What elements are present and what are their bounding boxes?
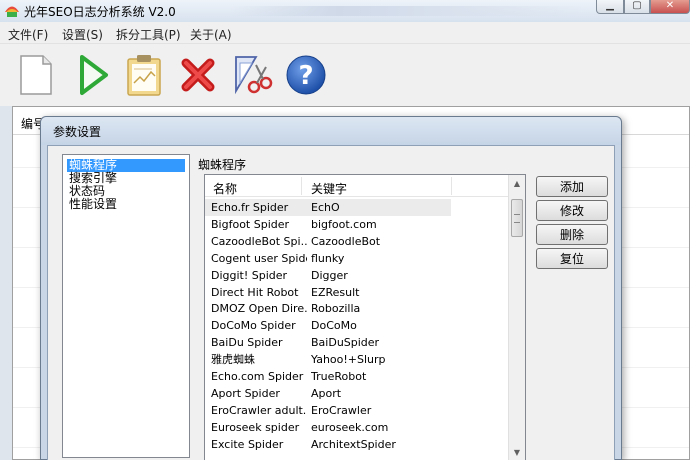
toolbar: ? bbox=[0, 44, 690, 106]
spider-keyword: flunky bbox=[311, 251, 345, 265]
scroll-down-arrow-icon[interactable]: ▼ bbox=[509, 444, 525, 460]
title-bar: 光年SEO日志分析系统 V2.0 ▁ ▢ ✕ bbox=[0, 0, 690, 22]
scrollbar-thumb[interactable] bbox=[511, 199, 523, 237]
spider-name: BaiDu Spider bbox=[211, 336, 283, 350]
spider-keyword: EZResult bbox=[311, 285, 360, 299]
split-button[interactable] bbox=[230, 52, 274, 98]
spider-keyword: DoCoMo bbox=[311, 319, 357, 333]
dialog-title: 参数设置 bbox=[53, 125, 102, 139]
app-logo-icon bbox=[5, 6, 19, 17]
blurred-background-area bbox=[230, 6, 590, 16]
dialog-body: 蜘蛛程序 搜索引擎 状态码 性能设置 蜘蛛程序 名称 关键字 Echo.fr S… bbox=[47, 145, 615, 460]
list-item[interactable]: Echo.fr Spider EchO bbox=[205, 199, 451, 216]
spider-keyword: EroCrawler bbox=[311, 403, 372, 417]
minimize-button[interactable]: ▁ bbox=[596, 0, 624, 14]
close-button[interactable]: ✕ bbox=[650, 0, 690, 14]
report-button[interactable] bbox=[122, 52, 166, 98]
delete-x-icon bbox=[181, 58, 215, 92]
section-label: 蜘蛛程序 bbox=[198, 158, 247, 172]
list-item[interactable]: Direct Hit Robot EZResult bbox=[205, 284, 509, 301]
column-divider[interactable] bbox=[301, 177, 302, 195]
spider-name: Euroseek spider bbox=[211, 420, 300, 434]
help-icon: ? bbox=[286, 55, 326, 95]
column-header-keyword[interactable]: 关键字 bbox=[311, 180, 347, 197]
spider-name: Echo.fr Spider bbox=[211, 201, 289, 214]
split-scissors-icon bbox=[235, 56, 273, 95]
clipboard-icon bbox=[127, 55, 161, 96]
new-button[interactable] bbox=[14, 52, 58, 98]
spider-name: CazoodleBot Spi... bbox=[211, 234, 307, 248]
start-button[interactable] bbox=[70, 52, 114, 98]
spider-list: 名称 关键字 Echo.fr Spider EchO Bigfoot Spider b… bbox=[204, 174, 526, 460]
list-item[interactable]: Diggit! Spider Digger bbox=[205, 267, 509, 284]
new-document-icon bbox=[20, 55, 52, 95]
spider-name: Bigfoot Spider bbox=[211, 217, 290, 231]
menu-split-tools[interactable]: 拆分工具(P) bbox=[116, 26, 181, 43]
spider-keyword: bigfoot.com bbox=[311, 217, 377, 231]
spider-keyword: Digger bbox=[311, 268, 348, 282]
spider-name: DMOZ Open Dire... bbox=[211, 302, 307, 316]
reset-button[interactable]: 复位 bbox=[536, 248, 608, 269]
spider-name: EroCrawler adult... bbox=[211, 403, 307, 417]
add-button[interactable]: 添加 bbox=[536, 176, 608, 197]
spider-keyword: EchO bbox=[311, 201, 340, 214]
spider-keyword: Robozilla bbox=[311, 302, 361, 316]
column-divider[interactable] bbox=[451, 177, 452, 195]
svg-text:?: ? bbox=[298, 61, 313, 91]
list-item[interactable]: Cogent user Spider flunky bbox=[205, 250, 509, 267]
list-item[interactable]: CazoodleBot Spi... CazoodleBot bbox=[205, 233, 509, 250]
list-item[interactable]: Aport Spider Aport bbox=[205, 385, 509, 402]
spider-keyword: euroseek.com bbox=[311, 420, 389, 434]
delete-entry-button[interactable]: 删除 bbox=[536, 224, 608, 245]
spider-keyword: Yahoo!+Slurp bbox=[311, 353, 386, 367]
column-header-name[interactable]: 名称 bbox=[213, 180, 237, 197]
window-title: 光年SEO日志分析系统 V2.0 bbox=[24, 5, 176, 19]
list-item[interactable]: DoCoMo Spider DoCoMo bbox=[205, 317, 509, 334]
spider-keyword: BaiDuSpider bbox=[311, 336, 380, 350]
vertical-scrollbar[interactable]: ▲ ▼ bbox=[508, 175, 525, 460]
spider-list-header: 名称 关键字 bbox=[205, 175, 509, 197]
list-item[interactable]: Excite Spider ArchitextSpider bbox=[205, 436, 509, 453]
spider-name: Diggit! Spider bbox=[211, 268, 288, 282]
spider-keyword: ArchitextSpider bbox=[311, 437, 396, 451]
list-item[interactable]: EroCrawler adult... EroCrawler bbox=[205, 402, 509, 419]
spider-name: Aport Spider bbox=[211, 386, 280, 400]
menu-settings[interactable]: 设置(S) bbox=[62, 26, 103, 43]
dialog-title-bar[interactable]: 参数设置 bbox=[41, 117, 621, 145]
spider-name: Direct Hit Robot bbox=[211, 285, 299, 299]
scroll-up-arrow-icon[interactable]: ▲ bbox=[509, 175, 525, 192]
menu-bar: 文件(F) 设置(S) 拆分工具(P) 关于(A) bbox=[0, 22, 690, 44]
list-item[interactable]: Echo.com Spider TrueRobot bbox=[205, 368, 509, 385]
edit-button[interactable]: 修改 bbox=[536, 200, 608, 221]
spider-keyword: CazoodleBot bbox=[311, 234, 381, 248]
spider-name: Echo.com Spider bbox=[211, 370, 304, 383]
list-item[interactable]: Euroseek spider euroseek.com bbox=[205, 419, 509, 436]
spider-keyword: Aport bbox=[311, 386, 342, 400]
list-item[interactable]: 雅虎蜘蛛 Yahoo!+Slurp bbox=[205, 351, 509, 368]
delete-button[interactable] bbox=[176, 52, 220, 98]
list-item[interactable]: DMOZ Open Dire... Robozilla bbox=[205, 300, 509, 317]
list-item[interactable]: BaiDu Spider BaiDuSpider bbox=[205, 334, 509, 351]
spider-name: DoCoMo Spider bbox=[211, 319, 296, 333]
help-button[interactable]: ? bbox=[284, 52, 328, 98]
list-item[interactable]: Bigfoot Spider bigfoot.com bbox=[205, 216, 509, 233]
maximize-button[interactable]: ▢ bbox=[624, 0, 650, 14]
settings-category-tree: 蜘蛛程序 搜索引擎 状态码 性能设置 bbox=[62, 154, 190, 458]
settings-dialog: 参数设置 蜘蛛程序 搜索引擎 状态码 性能设置 蜘蛛程序 名称 关键字 Echo… bbox=[40, 116, 622, 460]
spider-name: Cogent user Spider bbox=[211, 251, 307, 265]
play-icon bbox=[80, 55, 108, 95]
spider-keyword: TrueRobot bbox=[311, 370, 367, 383]
menu-file[interactable]: 文件(F) bbox=[8, 26, 48, 43]
tree-item-performance[interactable]: 性能设置 bbox=[67, 198, 119, 211]
spider-name: Excite Spider bbox=[211, 437, 284, 451]
menu-about[interactable]: 关于(A) bbox=[190, 26, 232, 43]
spider-name: 雅虎蜘蛛 bbox=[211, 353, 255, 367]
